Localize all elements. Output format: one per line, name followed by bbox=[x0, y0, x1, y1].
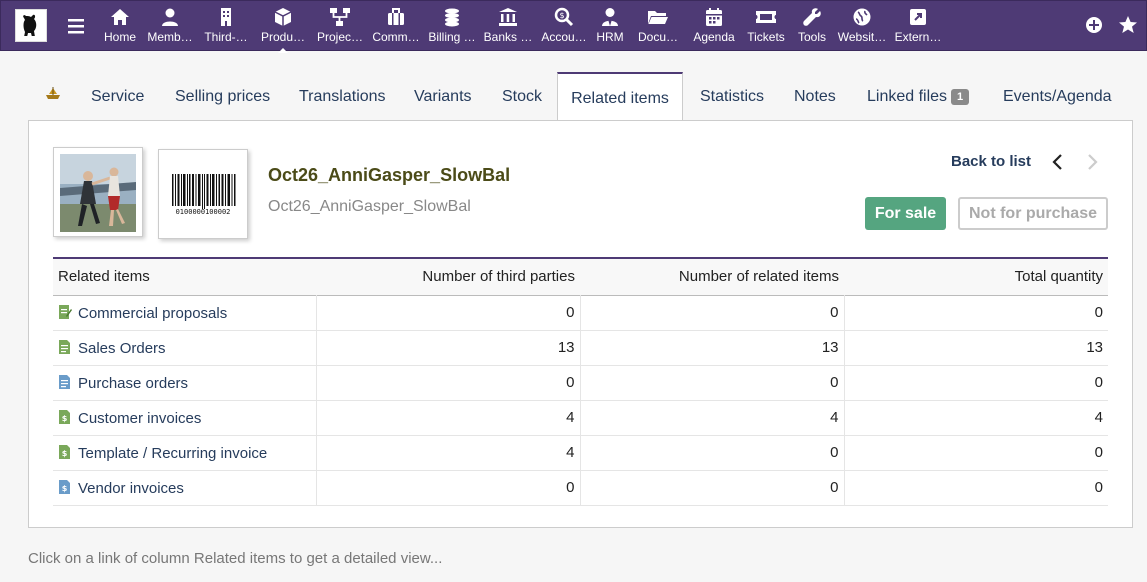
recurring-invoice-icon: $ bbox=[58, 444, 72, 460]
col-total-quantity: Total quantity bbox=[1014, 268, 1103, 286]
table-row: Purchase orders 0 0 0 bbox=[53, 365, 1108, 401]
back-to-list-link[interactable]: Back to list bbox=[951, 153, 1031, 170]
tab-statistics[interactable]: Statistics bbox=[700, 72, 764, 121]
table-row: Sales Orders 13 13 13 bbox=[53, 330, 1108, 366]
nav-third-parties[interactable]: Third-… bbox=[203, 7, 249, 47]
tab-product-card[interactable] bbox=[44, 72, 62, 121]
proposal-icon bbox=[58, 304, 72, 320]
ticket-icon bbox=[745, 7, 787, 27]
table-row: Commercial proposals 0 0 0 bbox=[53, 295, 1108, 331]
svg-text:$: $ bbox=[559, 11, 564, 20]
nav-documents[interactable]: Docu… bbox=[635, 7, 681, 47]
row-link-customer-invoices[interactable]: $ Customer invoices bbox=[53, 400, 316, 436]
col-related-items: Related items bbox=[58, 268, 150, 286]
product-tabs: Service Selling prices Translations Vari… bbox=[28, 72, 1133, 121]
status-for-sale-button[interactable]: For sale bbox=[865, 197, 946, 230]
nav-accounting[interactable]: $ Accou… bbox=[539, 7, 589, 47]
barcode-number: 0100000100002 bbox=[176, 208, 231, 216]
nav-tools[interactable]: Tools bbox=[795, 7, 829, 47]
nav-website[interactable]: Websit… bbox=[837, 7, 887, 47]
search-dollar-icon: $ bbox=[539, 7, 589, 27]
nav-members[interactable]: Memb… bbox=[147, 7, 193, 47]
tab-linked-files[interactable]: Linked files 1 bbox=[867, 72, 970, 121]
order-icon bbox=[58, 339, 72, 355]
linked-files-count-badge: 1 bbox=[951, 89, 970, 105]
nav-banks[interactable]: Banks … bbox=[483, 7, 533, 47]
user-tie-icon bbox=[593, 7, 627, 27]
tab-related-items[interactable]: Related items bbox=[557, 72, 683, 121]
briefcase-icon bbox=[371, 7, 421, 27]
related-items-card: 0100000100002 Oct26_AnniGasper_SlowBal O… bbox=[28, 120, 1133, 528]
nav-commercial[interactable]: Comm… bbox=[371, 7, 421, 47]
top-navbar: Home Memb… Third-… Produ… Projec… Comm… … bbox=[0, 0, 1147, 53]
row-link-recurring-invoices[interactable]: $ Template / Recurring invoice bbox=[53, 435, 316, 471]
nav-billing[interactable]: Billing … bbox=[427, 7, 477, 47]
tab-events-agenda[interactable]: Events/Agenda bbox=[1003, 72, 1112, 121]
supplier-order-icon bbox=[58, 374, 72, 390]
nav-products[interactable]: Produ… bbox=[259, 7, 307, 53]
tab-service[interactable]: Service bbox=[91, 72, 144, 121]
nav-external[interactable]: Extern… bbox=[893, 7, 943, 47]
tab-selling-prices[interactable]: Selling prices bbox=[175, 72, 270, 121]
user-icon bbox=[147, 7, 193, 27]
svg-text:$: $ bbox=[62, 484, 68, 493]
help-hint-text: Click on a link of column Related items … bbox=[28, 550, 443, 567]
row-link-purchase-orders[interactable]: Purchase orders bbox=[53, 365, 316, 401]
col-third-parties: Number of third parties bbox=[422, 268, 575, 286]
invoice-icon: $ bbox=[58, 409, 72, 425]
next-record-icon[interactable] bbox=[1084, 153, 1100, 171]
nav-tickets[interactable]: Tickets bbox=[745, 7, 787, 47]
bookmark-star-icon[interactable] bbox=[1118, 15, 1138, 35]
nav-home[interactable]: Home bbox=[102, 7, 138, 47]
previous-record-icon[interactable] bbox=[1050, 153, 1066, 171]
app-logo[interactable] bbox=[15, 9, 47, 42]
external-link-icon bbox=[893, 7, 943, 27]
svg-text:$: $ bbox=[62, 414, 68, 423]
menu-toggle-icon[interactable] bbox=[65, 15, 87, 37]
product-photo[interactable] bbox=[53, 147, 143, 237]
table-row: $ Vendor invoices 0 0 0 bbox=[53, 470, 1108, 506]
coins-icon bbox=[427, 7, 477, 27]
product-ship-icon bbox=[44, 72, 62, 121]
product-label: Oct26_AnniGasper_SlowBal bbox=[268, 198, 471, 215]
folder-icon bbox=[635, 7, 681, 27]
calendar-icon bbox=[691, 7, 737, 27]
row-link-vendor-invoices[interactable]: $ Vendor invoices bbox=[53, 470, 316, 506]
col-related-count: Number of related items bbox=[678, 268, 839, 286]
table-header-row: Related items Number of third parties Nu… bbox=[53, 258, 1108, 295]
svg-text:$: $ bbox=[62, 449, 68, 458]
nav-projects[interactable]: Projec… bbox=[315, 7, 365, 47]
home-icon bbox=[102, 7, 138, 27]
cube-icon bbox=[259, 7, 307, 27]
wrench-icon bbox=[795, 7, 829, 27]
globe-icon bbox=[837, 7, 887, 27]
product-barcode-image[interactable]: 0100000100002 bbox=[158, 149, 248, 239]
bank-icon bbox=[483, 7, 533, 27]
building-icon bbox=[203, 7, 249, 27]
row-link-commercial-proposals[interactable]: Commercial proposals bbox=[53, 295, 316, 331]
tab-notes[interactable]: Notes bbox=[794, 72, 836, 121]
tab-stock[interactable]: Stock bbox=[502, 72, 542, 121]
nav-hrm[interactable]: HRM bbox=[593, 7, 627, 47]
product-ref: Oct26_AnniGasper_SlowBal bbox=[268, 165, 511, 185]
tab-translations[interactable]: Translations bbox=[299, 72, 386, 121]
tab-linked-files-label: Linked files bbox=[867, 88, 948, 105]
table-row: $ Template / Recurring invoice 4 0 0 bbox=[53, 435, 1108, 471]
supplier-invoice-icon: $ bbox=[58, 479, 72, 495]
row-link-sales-orders[interactable]: Sales Orders bbox=[53, 330, 316, 366]
table-row: $ Customer invoices 4 4 4 bbox=[53, 400, 1108, 436]
sitemap-icon bbox=[315, 7, 365, 27]
related-items-table: Related items Number of third parties Nu… bbox=[53, 257, 1108, 506]
status-not-for-purchase-button[interactable]: Not for purchase bbox=[958, 197, 1108, 230]
tab-variants[interactable]: Variants bbox=[414, 72, 472, 121]
nav-agenda[interactable]: Agenda bbox=[691, 7, 737, 47]
quick-add-icon[interactable] bbox=[1084, 15, 1104, 35]
